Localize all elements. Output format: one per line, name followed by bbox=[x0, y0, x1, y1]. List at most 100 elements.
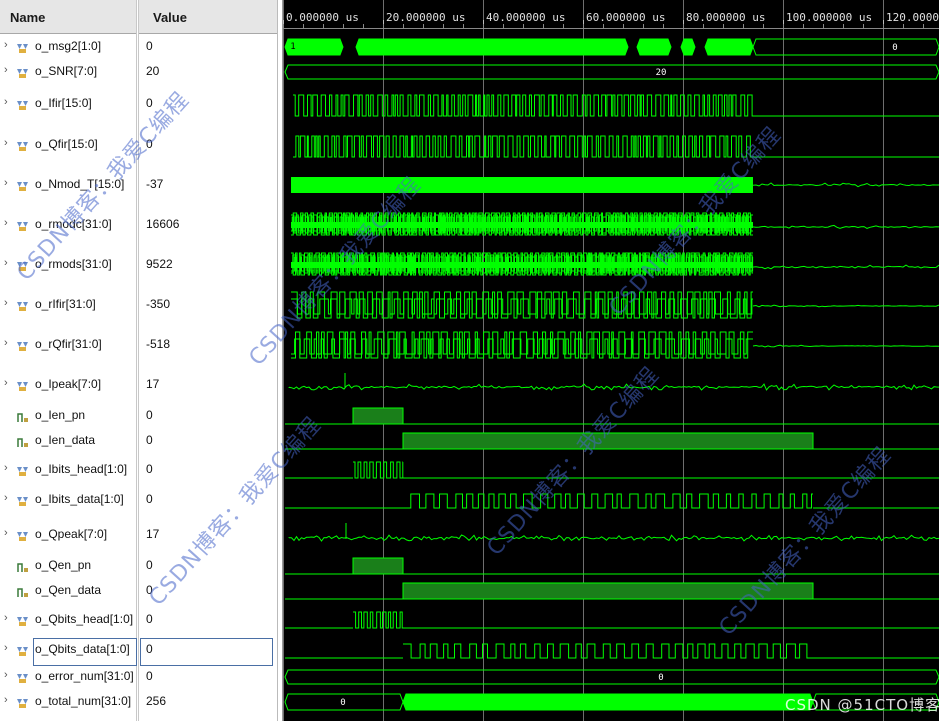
signal-row[interactable]: o_Ien_pn 0 bbox=[0, 404, 277, 428]
signal-name: o_Ipeak[7:0] bbox=[35, 377, 102, 391]
signal-row[interactable]: › o_SNR[7:0] 20 bbox=[0, 60, 277, 84]
signal-row[interactable]: › o_rmods[31:0] 9522 bbox=[0, 253, 277, 277]
chevron-right-icon[interactable]: › bbox=[4, 64, 8, 76]
name-column-header[interactable]: Name bbox=[0, 0, 136, 34]
bus-vector-icon bbox=[17, 464, 29, 476]
signal-value: 0 bbox=[146, 558, 153, 572]
signal-name: o_Qfir[15:0] bbox=[35, 137, 98, 151]
chevron-right-icon[interactable]: › bbox=[4, 297, 8, 309]
signal-value: 0 bbox=[146, 137, 153, 151]
waveform-pane[interactable]: 0.000000 us 20.000000 us 40.000000 us 60.00… bbox=[283, 0, 939, 721]
time-tick-label: 0.000000 us bbox=[286, 11, 359, 24]
signal-name: o_Ien_data bbox=[35, 433, 96, 447]
signal-name: o_Nmod_T[15:0] bbox=[35, 177, 125, 191]
bus-vector-icon bbox=[17, 219, 29, 231]
signal-name: o_total_num[31:0] bbox=[35, 694, 132, 708]
selection-outline-value bbox=[140, 638, 273, 666]
qpeak-trace bbox=[288, 534, 939, 542]
chevron-right-icon[interactable]: › bbox=[4, 137, 8, 149]
signal-row[interactable]: o_Qen_pn 0 bbox=[0, 554, 277, 578]
signal-name: o_Qpeak[7:0] bbox=[35, 527, 108, 541]
chevron-right-icon[interactable]: › bbox=[4, 96, 8, 108]
chevron-right-icon[interactable]: › bbox=[4, 612, 8, 624]
signal-value: -518 bbox=[146, 337, 171, 351]
signal-row[interactable]: › o_Ifir[15:0] 0 bbox=[0, 92, 277, 116]
signal-value: 256 bbox=[146, 694, 167, 708]
time-tick-label: 80.000000 us bbox=[686, 11, 765, 24]
bus-value-label: 20 bbox=[656, 68, 667, 78]
rfir-idle bbox=[752, 344, 939, 348]
rmod-core bbox=[291, 262, 753, 268]
signal-row[interactable]: › o_rmodc[31:0] 16606 bbox=[0, 213, 277, 237]
bit-signal-icon bbox=[17, 560, 29, 572]
signal-value: -37 bbox=[146, 177, 164, 191]
signal-name: o_msg2[1:0] bbox=[35, 39, 102, 53]
waveform-canvas[interactable]: 0.000000 us 20.000000 us 40.000000 us 60.00… bbox=[283, 0, 939, 721]
nmod-idle bbox=[752, 182, 939, 188]
chevron-right-icon[interactable]: › bbox=[4, 462, 8, 474]
chevron-right-icon[interactable]: › bbox=[4, 39, 8, 51]
bus-vector-icon bbox=[17, 529, 29, 541]
chevron-right-icon[interactable]: › bbox=[4, 257, 8, 269]
signal-row[interactable]: o_Ien_data 0 bbox=[0, 429, 277, 453]
bus-value-label: 0 bbox=[892, 43, 897, 53]
bus-vector-icon bbox=[17, 139, 29, 151]
chevron-right-icon[interactable]: › bbox=[4, 337, 8, 349]
signal-row[interactable]: › o_Qbits_data[1:0] 0 bbox=[0, 638, 277, 666]
signal-name: o_Ien_pn bbox=[35, 408, 86, 422]
signal-value: 0 bbox=[146, 669, 153, 683]
signal-value: 0 bbox=[146, 492, 153, 506]
rmod-idle bbox=[752, 264, 939, 270]
signal-row[interactable]: › o_Qpeak[7:0] 17 bbox=[0, 523, 277, 547]
bit-signal-icon bbox=[17, 585, 29, 597]
chevron-right-icon[interactable]: › bbox=[4, 177, 8, 189]
bus-vector-icon bbox=[17, 259, 29, 271]
signal-name: o_Qbits_head[1:0] bbox=[35, 612, 134, 626]
signal-name: o_rmodc[31:0] bbox=[35, 217, 112, 231]
signal-row[interactable]: › o_error_num[31:0] 0 bbox=[0, 665, 277, 689]
qen-data-pulse bbox=[402, 582, 814, 600]
qbits-head-trace bbox=[353, 611, 403, 629]
bus-segment bbox=[704, 38, 754, 56]
bus-segment bbox=[752, 38, 939, 56]
bit-signal-icon bbox=[17, 435, 29, 447]
signal-value: 9522 bbox=[146, 257, 173, 271]
signal-name: o_Qen_pn bbox=[35, 558, 92, 572]
value-column-header[interactable]: Value bbox=[139, 0, 278, 34]
signal-row[interactable]: › o_msg2[1:0] 0 bbox=[0, 35, 277, 59]
signal-row[interactable]: › o_Qfir[15:0] 0 bbox=[0, 133, 277, 157]
chevron-right-icon[interactable]: › bbox=[4, 527, 8, 539]
signal-row[interactable]: › o_Ibits_data[1:0] 0 bbox=[0, 488, 277, 512]
chevron-right-icon[interactable]: › bbox=[4, 694, 8, 706]
signal-row[interactable]: › o_Nmod_T[15:0] -37 bbox=[0, 173, 277, 197]
signal-value: 0 bbox=[146, 583, 153, 597]
signal-row[interactable]: o_Qen_data 0 bbox=[0, 579, 277, 603]
bus-vector-icon bbox=[17, 299, 29, 311]
chevron-right-icon[interactable]: › bbox=[4, 377, 8, 389]
signal-name: o_SNR[7:0] bbox=[35, 64, 98, 78]
signal-row[interactable]: › o_rIfir[31:0] -350 bbox=[0, 293, 277, 317]
signal-value: 0 bbox=[146, 433, 153, 447]
qen-pn-pulse bbox=[352, 557, 404, 575]
signal-row[interactable]: › o_Ibits_head[1:0] 0 bbox=[0, 458, 277, 482]
bus-vector-icon bbox=[17, 696, 29, 708]
chevron-right-icon[interactable]: › bbox=[4, 669, 8, 681]
bus-vector-icon bbox=[17, 339, 29, 351]
signal-row[interactable]: › o_rQfir[31:0] -518 bbox=[0, 333, 277, 357]
bus-vector-icon bbox=[17, 41, 29, 53]
signal-name: o_Ibits_data[1:0] bbox=[35, 492, 124, 506]
signal-row[interactable]: › o_total_num[31:0] 256 bbox=[0, 690, 277, 714]
signal-row[interactable]: › o_Ipeak[7:0] 17 bbox=[0, 373, 277, 397]
signal-name: o_Qen_data bbox=[35, 583, 102, 597]
chevron-right-icon[interactable]: › bbox=[4, 217, 8, 229]
rmod-idle bbox=[752, 224, 939, 229]
chevron-right-icon[interactable]: › bbox=[4, 492, 8, 504]
rfir-idle bbox=[752, 304, 939, 308]
bus-segment bbox=[402, 693, 814, 711]
bus-vector-icon bbox=[17, 614, 29, 626]
signal-row[interactable]: › o_Qbits_head[1:0] 0 bbox=[0, 608, 277, 632]
chevron-right-icon[interactable]: › bbox=[4, 642, 8, 654]
bus-vector-icon bbox=[17, 98, 29, 110]
signal-value: 0 bbox=[146, 408, 153, 422]
signal-name: o_rmods[31:0] bbox=[35, 257, 112, 271]
